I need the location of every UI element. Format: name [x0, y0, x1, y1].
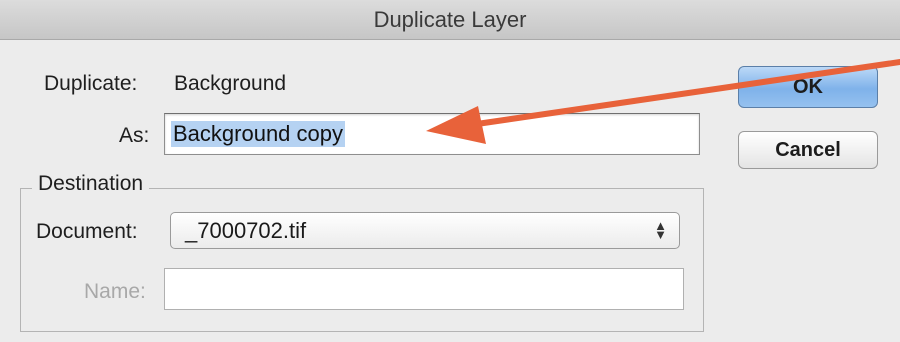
duplicate-layer-dialog: Duplicate Layer Duplicate: Background As… — [0, 0, 900, 342]
arrow-head — [426, 106, 486, 144]
arrow-shaft — [467, 59, 900, 128]
annotation-arrow-icon — [426, 59, 900, 144]
